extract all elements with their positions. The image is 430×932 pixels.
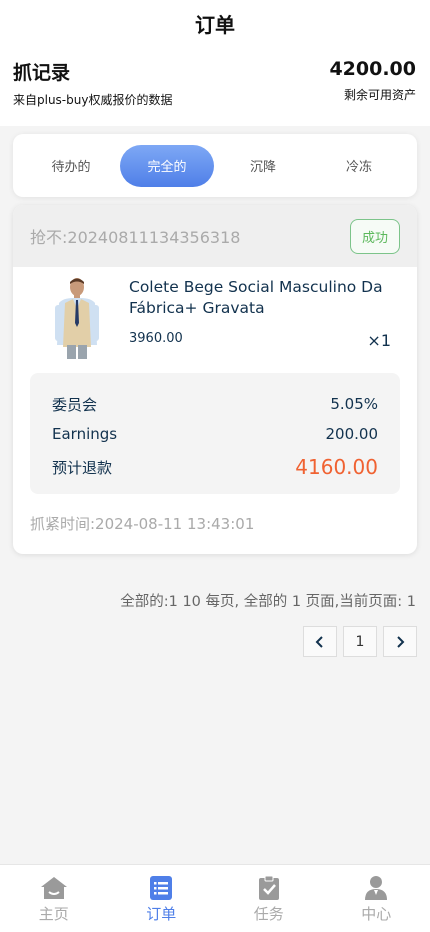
nav-tasks[interactable]: 任务: [215, 865, 323, 932]
detail-row: 预计退款 4160.00: [52, 449, 378, 485]
summary-subtitle: 来自plus-buy权威报价的数据: [13, 93, 173, 107]
order-number: 抢不:20240811134356318: [30, 228, 241, 247]
product-row: Colete Bege Social Masculino Da Fábrica+…: [13, 267, 417, 373]
pagination-info: 全部的:1 10 每页, 全部的 1 页面,当前页面: 1: [120, 594, 416, 610]
tab-settled[interactable]: 沉降: [216, 145, 310, 187]
tab-frozen[interactable]: 冷冻: [312, 145, 406, 187]
order-status-tabs: 待办的 完全的 沉降 冷冻: [13, 134, 417, 197]
product-quantity: ×1: [367, 331, 391, 350]
list-icon: [150, 876, 173, 900]
status-badge: 成功: [349, 218, 400, 254]
chevron-left-icon: [315, 635, 323, 648]
detail-row: 委员会 5.05%: [52, 389, 378, 419]
clipboard-icon: [258, 875, 279, 900]
refund-value: 4160.00: [295, 455, 378, 479]
home-icon: [40, 877, 67, 899]
page-title: 订单: [195, 12, 235, 37]
top-bar: 订单: [0, 0, 430, 46]
nav-orders-label: 订单: [146, 905, 177, 923]
summary-title: 抓记录: [13, 62, 71, 84]
bottom-nav: 主页 订单 任务 中心: [0, 864, 430, 932]
order-details: 委员会 5.05% Earnings 200.00 预计退款 4160.00: [30, 373, 400, 494]
nav-orders[interactable]: 订单: [108, 865, 216, 932]
chevron-right-icon: [397, 635, 405, 648]
order-header: 抢不:20240811134356318 成功: [13, 205, 417, 267]
earnings-label: Earnings: [52, 425, 118, 443]
balance-amount: 4200.00: [329, 58, 416, 80]
summary-panel: 抓记录 来自plus-buy权威报价的数据 4200.00 剩余可用资产: [0, 46, 430, 126]
earnings-value: 200.00: [325, 425, 379, 443]
commission-value: 5.05%: [330, 395, 378, 413]
pager: 1: [303, 626, 417, 657]
nav-home-label: 主页: [38, 905, 69, 923]
next-page-button[interactable]: [383, 626, 417, 657]
order-time: 抓紧时间:2024-08-11 13:43:01: [30, 515, 255, 533]
balance-label: 剩余可用资产: [343, 88, 416, 102]
nav-profile[interactable]: 中心: [323, 865, 430, 932]
commission-label: 委员会: [52, 395, 98, 414]
order-card[interactable]: 抢不:20240811134356318 成功 Colete Bege Soci…: [13, 205, 417, 554]
nav-home[interactable]: 主页: [0, 865, 108, 932]
page-number-button[interactable]: 1: [343, 626, 377, 657]
refund-label: 预计退款: [52, 458, 113, 477]
product-image: [49, 275, 105, 359]
product-price: 3960.00: [129, 331, 183, 346]
prev-page-button[interactable]: [303, 626, 337, 657]
product-name: Colete Bege Social Masculino Da Fábrica+…: [129, 278, 383, 317]
nav-tasks-label: 任务: [253, 905, 284, 923]
tab-pending[interactable]: 待办的: [24, 145, 118, 187]
user-icon: [365, 876, 388, 900]
detail-row: Earnings 200.00: [52, 419, 378, 449]
tab-completed[interactable]: 完全的: [120, 144, 214, 187]
nav-profile-label: 中心: [361, 905, 392, 923]
